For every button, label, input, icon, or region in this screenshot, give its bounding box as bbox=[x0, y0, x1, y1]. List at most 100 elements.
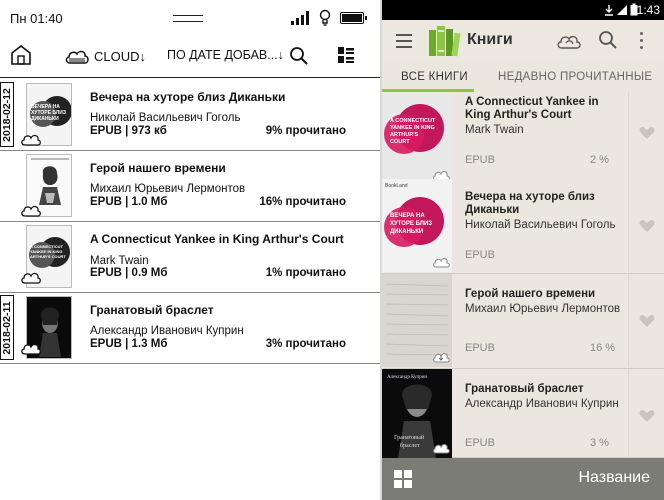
cloud-icon[interactable] bbox=[556, 33, 582, 49]
book-title: Гранатовый браслет bbox=[90, 303, 214, 317]
battery-icon bbox=[340, 12, 367, 24]
book-title: Герой нашего времени bbox=[90, 161, 226, 175]
book-row[interactable]: Герой нашего времени Михаил Юрьевич Лерм… bbox=[382, 274, 664, 369]
read-progress: 3 % bbox=[590, 437, 609, 449]
book-cover: Александр Куприн Гранатовый браслет bbox=[382, 369, 452, 458]
app-title: Книги bbox=[467, 31, 513, 48]
menu-icon[interactable] bbox=[396, 34, 412, 48]
search-icon[interactable] bbox=[289, 46, 309, 66]
svg-text:YANKEE IN KING: YANKEE IN KING bbox=[390, 125, 435, 131]
cloud-icon bbox=[433, 444, 450, 454]
svg-text:ХУТОРЕ БЛИЗ: ХУТОРЕ БЛИЗ bbox=[390, 221, 432, 227]
book-author: Александр Иванович Куприн bbox=[465, 398, 619, 410]
read-progress: 9% прочитано bbox=[265, 125, 346, 137]
cloud-icon bbox=[65, 50, 89, 64]
view-mode-icon[interactable] bbox=[337, 46, 355, 64]
book-row[interactable]: BookLand ВЕЧЕРА НА ХУТОРЕ БЛИЗ ДИКАНЬКИ … bbox=[382, 179, 664, 274]
heart-icon[interactable] bbox=[639, 314, 655, 328]
grid-icon[interactable] bbox=[394, 470, 412, 488]
cloud-icon bbox=[21, 134, 41, 146]
book-format-size: EPUB | 1.3 Мб bbox=[90, 338, 168, 350]
book-row[interactable]: Александр Куприн Гранатовый браслет Гран… bbox=[382, 369, 664, 458]
book-format: EPUB bbox=[465, 154, 495, 166]
svg-text:ARTHUR'S COURT: ARTHUR'S COURT bbox=[30, 254, 66, 259]
book-row[interactable]: A CONNECTICUT YANKEE IN KING ARTHUR'S CO… bbox=[382, 92, 664, 187]
svg-text:A CONNECTICUT: A CONNECTICUT bbox=[390, 118, 436, 124]
status-time: 1:43 bbox=[636, 3, 660, 17]
book-title: Гранатовый браслет bbox=[465, 383, 584, 395]
book-author: Николай Васильевич Гоголь bbox=[465, 219, 616, 231]
book-format-size: EPUB | 0.9 Мб bbox=[90, 267, 168, 279]
cloud-filter-button[interactable]: CLOUD↓ bbox=[64, 44, 146, 68]
heart-icon[interactable] bbox=[639, 219, 655, 233]
book-author: Михаил Юрьевич Лермонтов bbox=[465, 303, 621, 315]
read-progress: 3% прочитано bbox=[265, 338, 346, 350]
read-progress: 16 % bbox=[590, 342, 616, 354]
svg-text:COURT: COURT bbox=[390, 139, 410, 145]
cloud-icon bbox=[433, 258, 450, 268]
book-cover bbox=[382, 274, 452, 367]
book-row[interactable]: Герой нашего времени Михаил Юрьевич Лерм… bbox=[0, 151, 380, 222]
date-group-marker: 2018-02-11 bbox=[0, 295, 14, 360]
signal-icon bbox=[617, 5, 627, 15]
read-progress: 16% прочитано bbox=[259, 196, 346, 208]
status-bar: 1:43 bbox=[382, 0, 664, 20]
cloud-filter-label: CLOUD↓ bbox=[94, 48, 147, 64]
svg-text:ARTHUR'S: ARTHUR'S bbox=[390, 132, 419, 138]
book-author: Михаил Юрьевич Лермонтов bbox=[90, 183, 246, 195]
book-cover: A CONNECTICUT YANKEE IN KING ARTHUR'S CO… bbox=[382, 92, 452, 185]
book-cover: BookLand ВЕЧЕРА НА ХУТОРЕ БЛИЗ ДИКАНЬКИ bbox=[382, 179, 452, 272]
bulb-icon[interactable] bbox=[319, 9, 331, 26]
book-format-size: EPUB | 1.0 Мб bbox=[90, 196, 168, 208]
download-icon bbox=[605, 5, 613, 16]
book-format-size: EPUB | 973 кб bbox=[90, 125, 167, 137]
svg-text:Александр Куприн: Александр Куприн bbox=[387, 375, 427, 380]
cloud-icon bbox=[21, 272, 41, 284]
app-bar: Книги bbox=[382, 20, 664, 62]
sort-dropdown[interactable]: ПО ДАТЕ ДОБАВ...↓ bbox=[167, 48, 284, 62]
svg-text:Гранатовый: Гранатовый bbox=[394, 434, 425, 441]
book-title: A Connecticut Yankee in King Arthur's Co… bbox=[90, 232, 344, 246]
read-progress: 1% прочитано bbox=[265, 267, 346, 279]
book-format: EPUB bbox=[465, 437, 495, 449]
pull-down-handle[interactable] bbox=[173, 15, 203, 22]
books-logo-icon bbox=[429, 26, 461, 57]
book-title: Вечера на хуторе близ Диканьки bbox=[465, 191, 595, 216]
date-group-marker: 2018-02-12 bbox=[0, 82, 14, 147]
library-toolbar: CLOUD↓ ПО ДАТЕ ДОБАВ...↓ bbox=[0, 36, 380, 78]
library-tabs: ВСЕ КНИГИ НЕДАВНО ПРОЧИТАННЫЕ bbox=[382, 62, 664, 92]
book-format: EPUB bbox=[465, 249, 495, 261]
svg-text:браслет: браслет bbox=[400, 442, 420, 449]
book-title: Вечера на хуторе близ Диканьки bbox=[90, 90, 286, 104]
book-author: Николай Васильевич Гоголь bbox=[90, 112, 241, 124]
book-author: Mark Twain bbox=[465, 124, 524, 136]
svg-text:ВЕЧЕРА НА: ВЕЧЕРА НА bbox=[390, 213, 425, 219]
svg-text:BookLand: BookLand bbox=[385, 183, 408, 189]
book-row[interactable]: A CONNECTICUT YANKEE IN KING ARTHUR'S CO… bbox=[0, 222, 380, 293]
search-icon[interactable] bbox=[598, 30, 618, 50]
book-row[interactable]: 2018-02-11 Гранатовый браслет Александр … bbox=[0, 293, 380, 364]
heart-icon[interactable] bbox=[639, 126, 655, 140]
cloud-icon bbox=[21, 205, 41, 217]
cloud-icon bbox=[21, 343, 41, 355]
bottom-bar: Название bbox=[382, 458, 664, 500]
book-row[interactable]: 2018-02-12 ВЕЧЕРА НА ХУТОРЕ БЛИЗ ДИКАНЬК… bbox=[0, 80, 380, 151]
more-icon[interactable] bbox=[640, 32, 644, 50]
tab-recently-read[interactable]: НЕДАВНО ПРОЧИТАННЫЕ bbox=[498, 71, 652, 83]
eink-reader-screen: Пн 01:40 CLOUD↓ ПО ДАТЕ ДОБАВ...↓ 2018-0… bbox=[0, 0, 380, 500]
read-progress: 2 % bbox=[590, 154, 609, 166]
cloud-download-icon bbox=[433, 353, 450, 363]
book-title: A Connecticut Yankee in King Arthur's Co… bbox=[465, 96, 599, 121]
book-author: Mark Twain bbox=[90, 255, 149, 267]
android-app-screen: 1:43 Книги ВСЕ КНИГИ НЕДАВНО ПРОЧИТАННЫЕ bbox=[382, 0, 664, 500]
book-format: EPUB bbox=[465, 342, 495, 354]
signal-icon bbox=[291, 11, 313, 25]
heart-icon[interactable] bbox=[639, 409, 655, 423]
svg-text:ДИКАНЬКИ: ДИКАНЬКИ bbox=[31, 116, 59, 122]
book-title: Герой нашего времени bbox=[465, 288, 596, 300]
home-icon[interactable] bbox=[10, 44, 32, 66]
tab-all-books[interactable]: ВСЕ КНИГИ bbox=[401, 71, 468, 83]
book-author: Александр Иванович Куприн bbox=[90, 325, 244, 337]
sort-by-name-button[interactable]: Название bbox=[579, 469, 651, 487]
status-time: Пн 01:40 bbox=[10, 11, 63, 26]
